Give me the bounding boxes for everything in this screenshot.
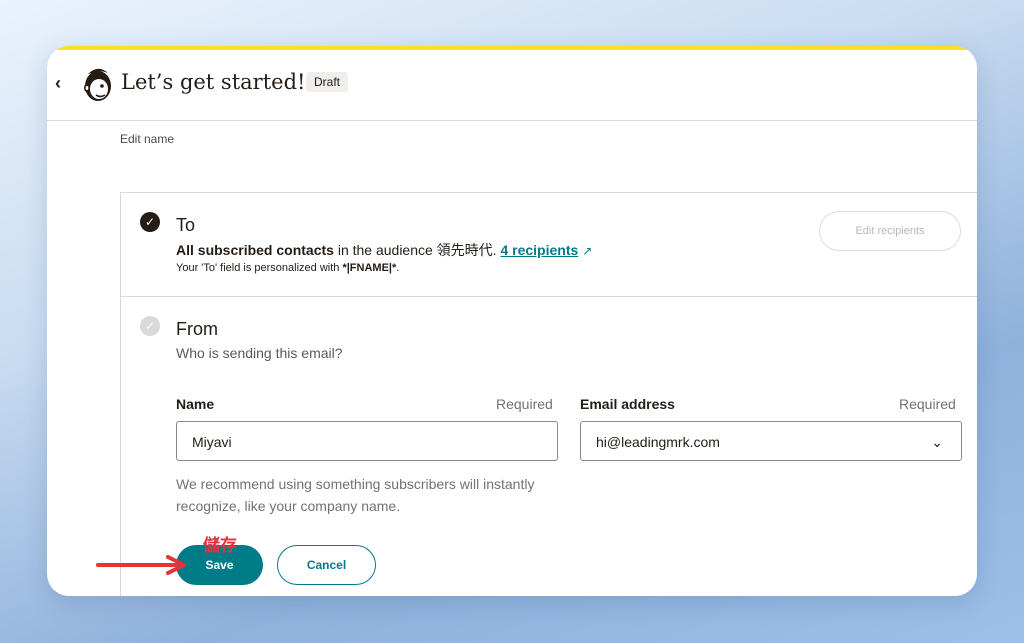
settings-panel: ✓ To All subscribed contacts in the audi… xyxy=(120,192,977,596)
external-link-icon[interactable]: ↗ xyxy=(582,244,592,258)
checkmark-complete-icon: ✓ xyxy=(140,212,160,232)
cancel-button[interactable]: Cancel xyxy=(277,545,376,585)
section-divider xyxy=(121,296,977,297)
page-title: Let’s get started! xyxy=(121,70,306,94)
from-section-title: From xyxy=(176,319,218,339)
status-badge: Draft xyxy=(306,72,349,92)
audience-bold: All subscribed contacts xyxy=(176,242,334,258)
mailchimp-freddie-icon xyxy=(84,68,111,101)
campaign-card: ‹ Let’s get started! Draft Edit name ✓ T… xyxy=(47,46,977,596)
chevron-left-icon[interactable]: ‹ xyxy=(55,74,69,92)
from-subtitle: Who is sending this email? xyxy=(176,345,343,361)
chevron-down-icon[interactable]: ⌄ xyxy=(931,422,943,462)
personalization-note: Your 'To' field is personalized with *|F… xyxy=(176,262,400,274)
annotation-arrow-icon xyxy=(96,555,186,575)
name-input[interactable]: Miyavi xyxy=(176,421,558,461)
name-label: Name xyxy=(176,396,215,412)
edit-recipients-button[interactable]: Edit recipients xyxy=(819,211,961,251)
edit-name-link[interactable]: Edit name xyxy=(120,132,174,146)
audience-summary: All subscribed contacts in the audience … xyxy=(176,240,592,260)
email-select[interactable]: hi@leadingmrk.com ⌄ xyxy=(580,421,962,461)
checkmark-pending-icon: ✓ xyxy=(140,316,160,336)
audience-text: in the audience 領先時代. xyxy=(333,242,501,258)
email-select-value: hi@leadingmrk.com xyxy=(596,434,720,450)
name-required-text: Required xyxy=(496,396,553,412)
recipients-link[interactable]: 4 recipients xyxy=(500,242,578,258)
to-section-title: To xyxy=(176,215,196,235)
merge-tag: *|FNAME|* xyxy=(342,262,397,274)
email-required-text: Required xyxy=(899,396,956,412)
email-label: Email address xyxy=(580,396,675,412)
annotation-label: 儲存 xyxy=(203,536,237,555)
name-help-text: We recommend using something subscribers… xyxy=(176,476,535,514)
page-header: ‹ Let’s get started! Draft xyxy=(47,50,977,121)
